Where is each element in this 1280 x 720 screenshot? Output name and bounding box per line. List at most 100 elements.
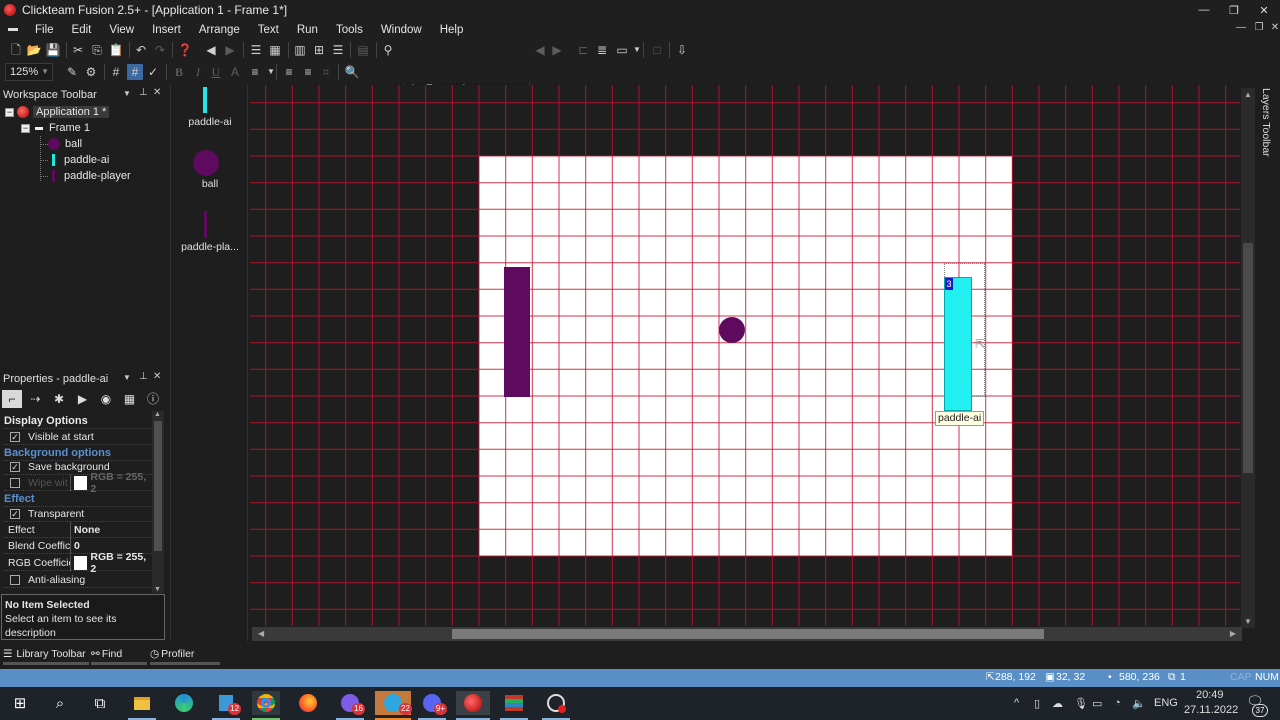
storyboard-editor-icon[interactable]: ☰ xyxy=(248,42,264,58)
panel-menu-icon[interactable]: ▼ xyxy=(123,373,131,382)
task-view-icon[interactable]: ⧉ xyxy=(86,691,114,715)
mdi-minimize-button[interactable]: — xyxy=(1232,22,1250,38)
checkbox-unchecked[interactable] xyxy=(10,574,20,585)
resize-frame-icon[interactable]: ▭ xyxy=(614,42,630,58)
square-icon[interactable]: □ xyxy=(649,42,665,58)
event-editor-icon[interactable]: ▥ xyxy=(292,42,308,58)
microphone-icon[interactable]: 🎙 xyxy=(1074,697,1088,710)
system-menu-icon[interactable] xyxy=(8,28,18,31)
vertical-scrollbar[interactable]: ▲ ▼ xyxy=(1241,88,1255,628)
properties-scroll-thumb[interactable] xyxy=(154,421,162,551)
align-center-icon[interactable]: ≡ xyxy=(281,64,297,80)
tray-overflow-icon[interactable]: ^ xyxy=(1014,697,1019,709)
vertical-scroll-thumb[interactable] xyxy=(1243,243,1253,473)
mdi-close-button[interactable]: ✕ xyxy=(1266,22,1280,38)
prop-anti-aliasing[interactable]: Anti-aliasing xyxy=(4,572,152,588)
viber-icon[interactable]: 16 xyxy=(336,691,365,715)
color-swatch[interactable] xyxy=(74,476,88,490)
pin-icon[interactable]: ⊥ xyxy=(139,87,148,98)
minimize-button[interactable]: — xyxy=(1188,0,1220,20)
tab-find[interactable]: ⚯ Find xyxy=(91,645,122,663)
scroll-down-icon[interactable]: ▼ xyxy=(1244,617,1252,626)
close-button[interactable]: ✕ xyxy=(1248,0,1280,20)
menu-edit[interactable]: Edit xyxy=(63,24,101,36)
file-explorer-icon[interactable] xyxy=(128,691,156,715)
store-icon[interactable]: 12 xyxy=(212,691,241,715)
prop-visible-at-start[interactable]: ✓ Visible at start xyxy=(4,429,152,445)
scroll-right-icon[interactable]: ▶ xyxy=(1230,629,1236,638)
ball-object[interactable] xyxy=(719,317,745,343)
open-folder-icon[interactable]: 📂 xyxy=(26,42,42,58)
windows-start-icon[interactable]: ⊞ xyxy=(6,691,34,715)
panel-menu-icon[interactable]: ▼ xyxy=(123,89,131,98)
menu-text[interactable]: Text xyxy=(249,24,288,36)
movement-icon[interactable]: ⇢ xyxy=(26,390,46,408)
align-list-icon[interactable]: ≣ xyxy=(594,42,610,58)
tab-profiler[interactable]: ◷ Profiler xyxy=(150,645,194,663)
checkbox-checked[interactable]: ✓ xyxy=(10,508,20,519)
undo-icon[interactable]: ↶ xyxy=(133,42,149,58)
tree-collapse-icon[interactable]: − xyxy=(5,108,14,117)
discord-icon[interactable]: 9+ xyxy=(418,691,447,715)
edge-icon[interactable] xyxy=(170,691,198,715)
fit-icon[interactable]: ⌗ xyxy=(318,64,334,80)
save-icon[interactable]: 💾 xyxy=(45,42,61,58)
panel-close-icon[interactable]: ✕ xyxy=(153,371,161,382)
color-swatch[interactable] xyxy=(74,556,88,570)
spell-check-icon[interactable]: ✓ xyxy=(145,64,161,80)
frame-editor-icon[interactable]: ▦ xyxy=(267,42,283,58)
tree-item-paddle-ai[interactable]: paddle-ai xyxy=(52,152,109,168)
prop-rgb-coefficient[interactable]: RGB Coefficient RGB = 255, 2 xyxy=(4,551,152,575)
menu-view[interactable]: View xyxy=(100,24,143,36)
scroll-down-icon[interactable]: ▼ xyxy=(154,586,161,593)
snap-to-grid-icon[interactable]: # xyxy=(127,64,143,80)
cut-icon[interactable]: ✂ xyxy=(70,42,86,58)
horizontal-scrollbar[interactable]: ◀ ▶ xyxy=(252,627,1242,641)
menu-window[interactable]: Window xyxy=(372,24,431,36)
restore-button[interactable]: ❐ xyxy=(1218,0,1250,20)
redo-icon[interactable]: ↷ xyxy=(152,42,168,58)
search-icon[interactable]: 🔍 xyxy=(344,64,360,80)
search-icon[interactable]: ⌕ xyxy=(46,691,74,715)
runtime-icon[interactable]: ✱ xyxy=(49,390,69,408)
data-elements-icon[interactable]: ☰ xyxy=(330,42,346,58)
import-icon[interactable]: ⇩ xyxy=(674,42,690,58)
obs-icon[interactable] xyxy=(542,691,570,715)
underline-icon[interactable]: U xyxy=(208,64,224,80)
new-file-icon[interactable]: 🗋 xyxy=(8,42,24,58)
tree-item-paddle-player[interactable]: paddle-player xyxy=(52,168,131,184)
menu-arrange[interactable]: Arrange xyxy=(190,24,249,36)
scroll-up-icon[interactable]: ▲ xyxy=(154,411,161,418)
volume-icon[interactable]: 🔈 xyxy=(1132,697,1146,710)
onedrive-icon[interactable]: ☁ xyxy=(1052,697,1063,710)
italic-icon[interactable]: I xyxy=(190,64,206,80)
prop-wipe-with[interactable]: Wipe with RGB = 255, 2 xyxy=(4,471,152,495)
zoom-select[interactable]: 125% ▼ xyxy=(5,63,53,81)
wifi-icon[interactable]: ◔ xyxy=(1114,697,1121,709)
edit-brush-icon[interactable]: ✎ xyxy=(64,64,80,80)
values-icon[interactable]: ◉ xyxy=(96,390,116,408)
tree-collapse-icon[interactable]: − xyxy=(21,124,30,133)
layers-toolbar-tab[interactable]: Layers Toolbar xyxy=(1258,88,1274,158)
prop-effect[interactable]: Effect None xyxy=(4,522,152,538)
copy-icon[interactable]: ⎘ xyxy=(89,42,105,58)
ball-thumbnail[interactable] xyxy=(193,150,219,176)
paddle-ai-thumbnail[interactable] xyxy=(203,87,207,113)
frame-editor[interactable]: 3 paddle-ai ⇱ xyxy=(250,85,1240,626)
prop-value[interactable]: 0 xyxy=(70,538,80,554)
tab-library-toolbar[interactable]: ☰ Library Toolbar xyxy=(3,645,86,663)
paddle-player-object[interactable] xyxy=(504,267,530,397)
scroll-left-icon[interactable]: ◀ xyxy=(258,629,264,638)
prop-transparent[interactable]: ✓ Transparent xyxy=(4,506,152,522)
next-frame-icon[interactable]: ▶ xyxy=(549,42,565,58)
tree-item-frame[interactable]: Frame 1 xyxy=(35,120,90,136)
tree-item-ball[interactable]: ball xyxy=(48,136,82,152)
bold-icon[interactable]: B xyxy=(171,64,187,80)
telegram-icon[interactable]: 22 xyxy=(375,691,412,715)
forward-icon[interactable]: ▶ xyxy=(222,42,238,58)
event-list-icon[interactable]: ⊞ xyxy=(311,42,327,58)
back-icon[interactable]: ◀ xyxy=(203,42,219,58)
panel-close-icon[interactable]: ✕ xyxy=(153,87,161,98)
about-icon[interactable]: ⓘ xyxy=(143,390,163,408)
menu-insert[interactable]: Insert xyxy=(143,24,190,36)
